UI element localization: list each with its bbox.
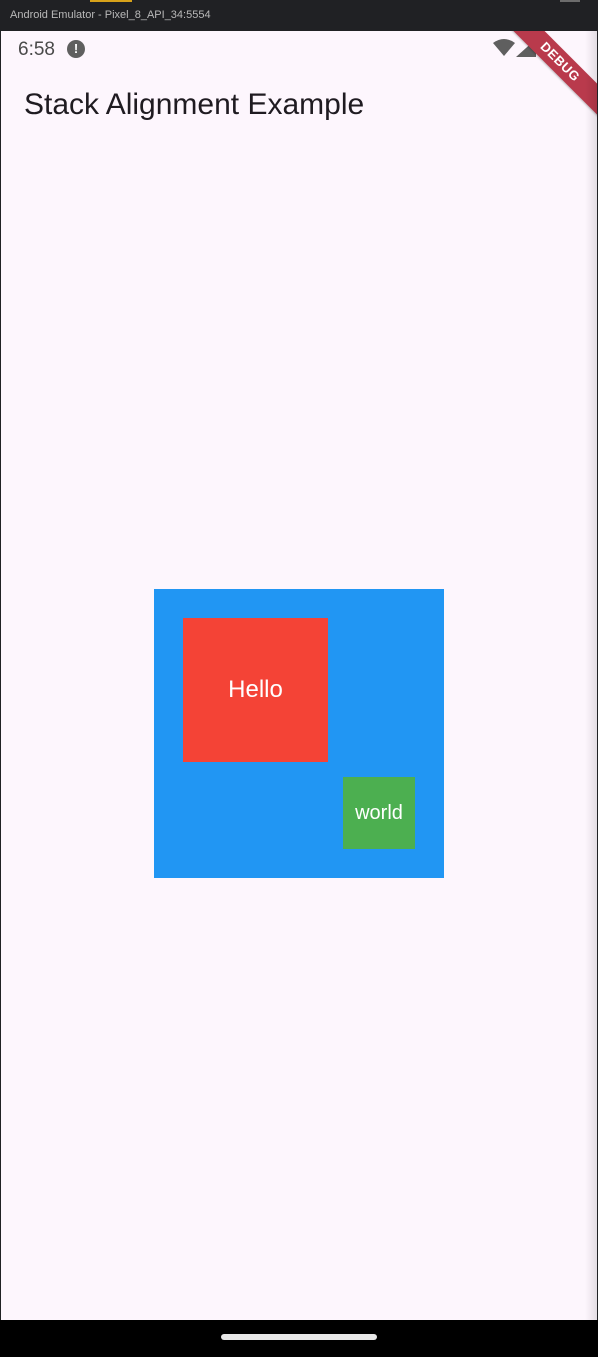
world-box: world	[343, 777, 415, 849]
home-indicator[interactable]	[221, 1334, 377, 1340]
alert-icon: !	[67, 40, 85, 58]
emulator-window: Android Emulator - Pixel_8_API_34:5554 6…	[0, 0, 598, 1357]
status-time: 6:58	[18, 39, 55, 60]
window-title: Android Emulator - Pixel_8_API_34:5554	[10, 9, 211, 21]
titlebar-accent	[90, 0, 132, 2]
status-bar: 6:58 !	[1, 31, 597, 67]
hello-label: Hello	[228, 676, 283, 703]
emulator-titlebar: Android Emulator - Pixel_8_API_34:5554	[0, 0, 598, 31]
titlebar-control[interactable]	[560, 0, 580, 2]
stack-container: Hello world	[154, 589, 444, 878]
wifi-icon	[493, 39, 515, 56]
screen-edge-shadow	[585, 31, 597, 1320]
navigation-bar	[0, 1320, 598, 1357]
app-bar-title: Stack Alignment Example	[24, 88, 365, 121]
hello-box: Hello	[183, 618, 328, 762]
world-label: world	[355, 801, 403, 824]
device-screen: 6:58 ! Stack Alignment Example Hello wor…	[1, 31, 597, 1320]
